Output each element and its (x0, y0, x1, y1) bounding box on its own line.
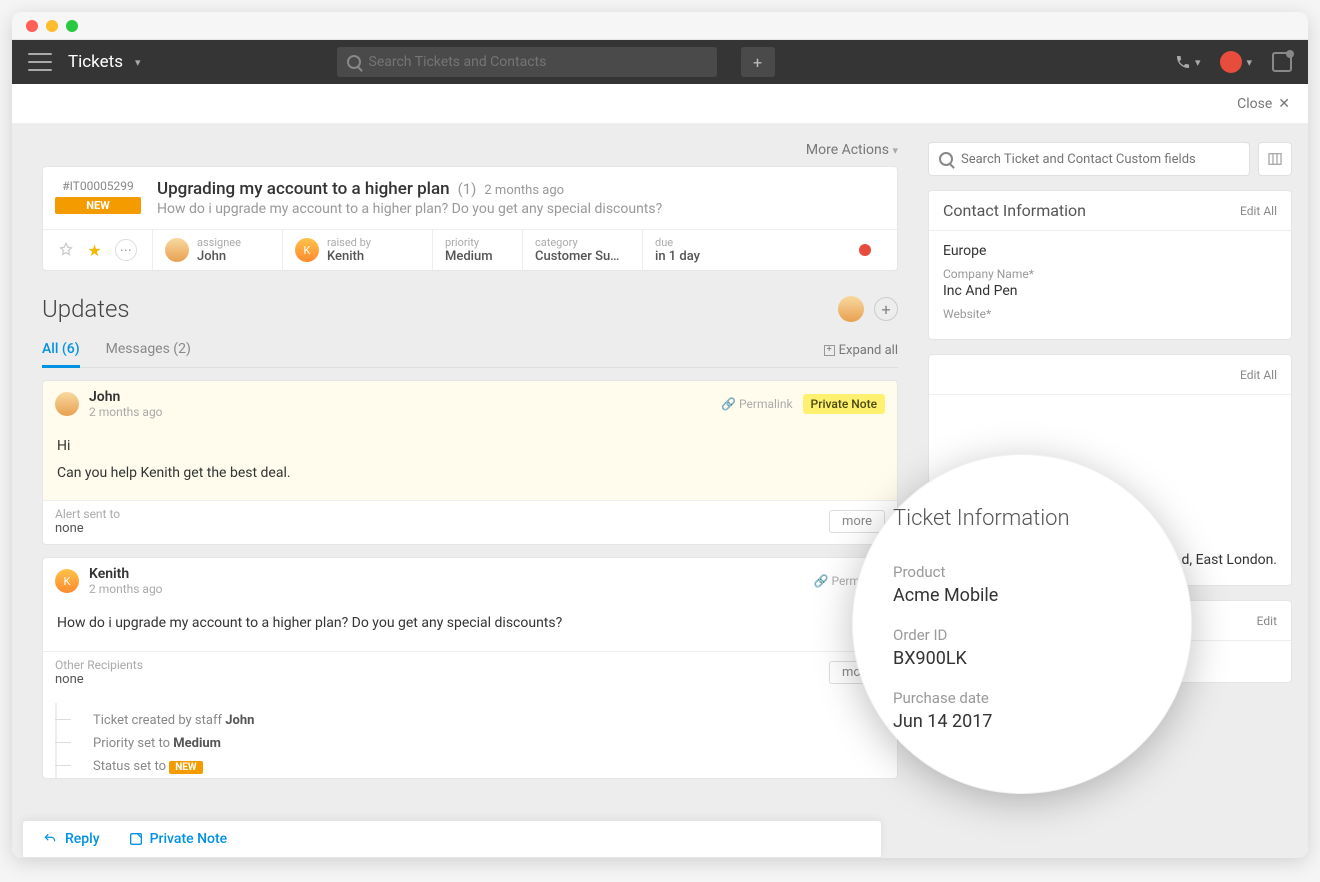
message-item: John 2 months ago 🔗 Permalink Private No… (42, 380, 898, 545)
updates-heading: Updates (42, 295, 130, 323)
permalink-button[interactable]: 🔗 Permalink (721, 397, 792, 411)
activity-log: Ticket created by staff John Priority se… (55, 703, 897, 778)
assignee-name[interactable]: John (197, 249, 241, 264)
message-time: 2 months ago (89, 582, 163, 596)
author-name: John (89, 389, 163, 405)
top-nav: Tickets ▾ + ▾ ▾ (12, 40, 1308, 84)
private-note-badge: Private Note (803, 394, 885, 414)
ticket-info-magnifier: Ticket Information Product Acme Mobile O… (852, 454, 1192, 794)
reply-icon (41, 832, 59, 846)
nav-title[interactable]: Tickets ▾ (68, 52, 141, 72)
message-body: How do i upgrade my account to a higher … (43, 604, 897, 651)
edit-button[interactable]: Edit (1257, 614, 1277, 628)
ticket-id: #IT00005299 (55, 179, 141, 193)
phone-icon[interactable]: ▾ (1175, 54, 1201, 70)
global-search[interactable] (337, 47, 717, 77)
traffic-maximize[interactable] (66, 20, 78, 32)
tab-messages[interactable]: Messages (2) (106, 333, 191, 367)
ticket-status-badge: NEW (55, 197, 141, 214)
more-actions-dropdown[interactable]: More Actions ▾ (42, 142, 898, 158)
search-icon (939, 152, 953, 166)
message-body: Hi Can you help Kenith get the best deal… (43, 427, 897, 500)
traffic-minimize[interactable] (46, 20, 58, 32)
more-icon[interactable]: ⋯ (115, 239, 137, 261)
ticket-title[interactable]: Upgrading my account to a higher plan (1… (157, 179, 885, 199)
requester-avatar: K (295, 238, 319, 262)
expand-icon: + (824, 345, 835, 356)
mac-titlebar (12, 12, 1308, 40)
chevron-down-icon: ▾ (135, 56, 141, 69)
expand-all-button[interactable]: + Expand all (824, 333, 898, 367)
columns-icon (1267, 151, 1283, 167)
author-avatar (55, 392, 79, 416)
more-button[interactable]: more (829, 510, 885, 533)
updates-tabs: All (6) Messages (2) + Expand all (42, 333, 898, 368)
ticket-card: #IT00005299 NEW Upgrading my account to … (42, 166, 898, 271)
custom-field-search[interactable] (928, 142, 1250, 176)
close-icon: ✕ (1278, 96, 1290, 112)
layout-button[interactable] (1258, 142, 1292, 176)
contact-info-panel: Contact Information Edit All Europe Comp… (928, 190, 1292, 340)
priority-value[interactable]: Medium (445, 249, 493, 264)
link-icon: 🔗 (814, 574, 829, 588)
viewer-avatar[interactable] (838, 296, 864, 322)
global-search-input[interactable] (369, 54, 707, 70)
star-icon[interactable]: ★ (87, 241, 101, 260)
traffic-close[interactable] (26, 20, 38, 32)
chevron-down-icon: ▾ (892, 144, 898, 157)
sub-bar: Close ✕ (12, 84, 1308, 124)
new-ticket-button[interactable]: + (741, 47, 775, 77)
message-item: K Kenith 2 months ago 🔗 Permalink How do… (42, 557, 898, 779)
requester-name[interactable]: Kenith (327, 249, 371, 264)
menu-icon[interactable] (28, 53, 52, 71)
user-avatar[interactable]: ▾ (1220, 51, 1252, 73)
author-avatar: K (55, 569, 79, 593)
composer-bar: Reply Private Note (22, 820, 882, 858)
chevron-down-icon: ▾ (1246, 56, 1252, 69)
message-time: 2 months ago (89, 405, 163, 419)
link-icon: 🔗 (721, 397, 736, 411)
app-window: Tickets ▾ + ▾ ▾ Close ✕ Mo (12, 12, 1308, 858)
tab-all[interactable]: All (6) (42, 333, 80, 368)
assignee-avatar (165, 238, 189, 262)
chevron-down-icon: ▾ (1195, 56, 1201, 69)
pin-icon[interactable] (58, 242, 74, 258)
main-content: More Actions ▾ #IT00005299 NEW Upgrading… (12, 124, 928, 858)
activity-panel-icon[interactable] (1272, 52, 1292, 72)
edit-all-button[interactable]: Edit All (1240, 368, 1277, 382)
author-name: Kenith (89, 566, 163, 582)
due-value: in 1 day (655, 249, 700, 264)
edit-all-button[interactable]: Edit All (1240, 204, 1277, 218)
category-value[interactable]: Customer Su… (535, 249, 619, 264)
reply-button[interactable]: Reply (41, 831, 100, 847)
close-button[interactable]: Close ✕ (1237, 96, 1290, 112)
private-note-button[interactable]: Private Note (128, 831, 228, 847)
add-watcher-button[interactable]: + (874, 297, 898, 321)
search-icon (347, 55, 361, 69)
ticket-subtitle: How do i upgrade my account to a higher … (157, 201, 885, 217)
note-icon (128, 831, 144, 847)
custom-field-search-input[interactable] (961, 152, 1239, 167)
sla-indicator (859, 244, 871, 256)
